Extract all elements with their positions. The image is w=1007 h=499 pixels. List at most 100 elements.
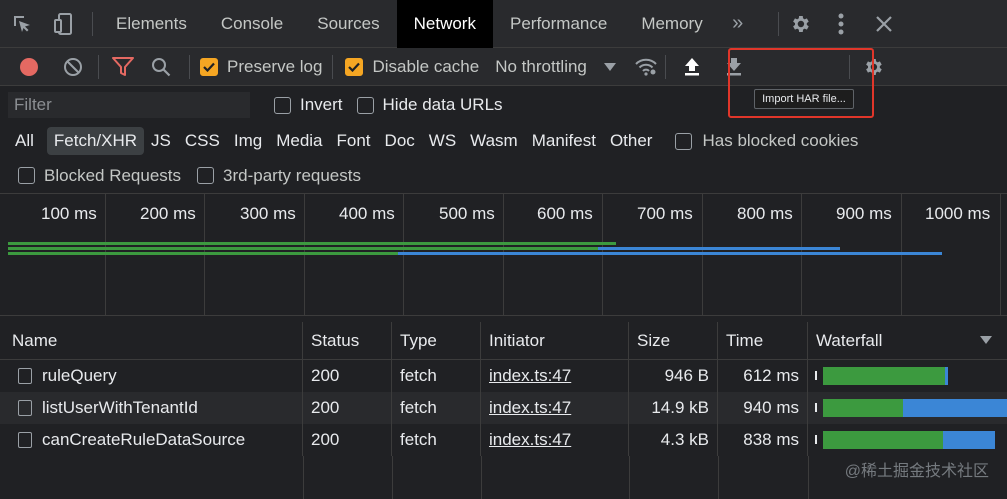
tab-network[interactable]: Network (396, 0, 493, 48)
table-column-divider (629, 456, 630, 499)
search-icon[interactable] (139, 48, 183, 86)
column-header-waterfall[interactable]: Waterfall (808, 322, 1007, 359)
tab-elements[interactable]: Elements (99, 0, 204, 48)
column-header-type[interactable]: Type (392, 322, 481, 359)
resource-type-filters: All Fetch/XHR JS CSS Img Media Font Doc … (0, 124, 1007, 158)
tab-memory[interactable]: Memory (624, 0, 719, 48)
overview-tick-label: 1000 ms (925, 204, 991, 223)
request-initiator-link[interactable]: index.ts:47 (481, 392, 629, 424)
request-name: ruleQuery (42, 366, 117, 385)
throttling-select[interactable]: No throttling (495, 57, 587, 77)
table-column-divider (718, 456, 719, 499)
type-filter-doc[interactable]: Doc (378, 127, 422, 155)
invert-checkbox[interactable] (274, 96, 291, 114)
type-filter-manifest[interactable]: Manifest (525, 127, 603, 155)
request-size: 4.3 kB (629, 424, 718, 456)
waterfall-waiting-bar (823, 431, 943, 449)
third-party-requests-label: 3rd-party requests (223, 165, 361, 185)
device-toolbar-icon[interactable] (44, 0, 84, 48)
tab-console[interactable]: Console (204, 0, 300, 48)
request-file-icon (18, 432, 32, 448)
filter-input[interactable] (8, 92, 250, 118)
network-overview-timeline[interactable]: 100 ms 200 ms 300 ms 400 ms 500 ms 600 m… (0, 194, 1007, 316)
request-name: canCreateRuleDataSource (42, 430, 246, 449)
table-row[interactable]: ruleQuery 200 fetch index.ts:47 946 B 61… (0, 360, 1007, 392)
table-column-divider (303, 456, 304, 499)
preserve-log-checkbox[interactable] (200, 57, 218, 76)
close-devtools-icon[interactable] (861, 0, 907, 48)
request-type: fetch (392, 424, 481, 456)
overview-tick-label: 800 ms (737, 204, 793, 223)
invert-label: Invert (300, 95, 343, 114)
tab-performance[interactable]: Performance (493, 0, 624, 48)
hide-data-urls-checkbox[interactable] (356, 96, 374, 114)
request-name-cell[interactable]: canCreateRuleDataSource (4, 424, 303, 456)
column-header-initiator[interactable]: Initiator (481, 322, 629, 359)
overview-gridline (503, 194, 504, 316)
more-tabs-chevron-icon[interactable]: » (720, 0, 756, 48)
type-filter-all[interactable]: All (8, 127, 41, 155)
overview-tick-label: 500 ms (439, 204, 495, 223)
filter-funnel-icon[interactable] (107, 48, 139, 86)
request-name-cell[interactable]: ruleQuery (4, 360, 303, 392)
column-header-size[interactable]: Size (629, 322, 718, 359)
table-header: Name Status Type Initiator Size Time Wat… (0, 322, 1007, 360)
settings-gear-icon[interactable] (779, 0, 821, 48)
throttling-dropdown-arrow-icon[interactable] (587, 48, 633, 86)
overview-tick-label: 300 ms (240, 204, 296, 223)
table-row[interactable]: canCreateRuleDataSource 200 fetch index.… (0, 424, 1007, 456)
type-filter-other[interactable]: Other (603, 127, 660, 155)
has-blocked-cookies-label: Has blocked cookies (702, 131, 859, 150)
request-size: 946 B (629, 360, 718, 392)
request-file-icon (18, 400, 32, 416)
type-filter-media[interactable]: Media (269, 127, 329, 155)
import-har-upload-icon[interactable] (676, 48, 708, 86)
overview-tick-label: 200 ms (140, 204, 196, 223)
network-conditions-wifi-icon[interactable] (633, 48, 659, 86)
request-name-cell[interactable]: listUserWithTenantId (4, 392, 303, 424)
type-filter-css[interactable]: CSS (178, 127, 227, 155)
waterfall-waiting-bar (823, 399, 903, 417)
record-icon[interactable] (0, 48, 58, 86)
request-status: 200 (303, 360, 392, 392)
column-header-name[interactable]: Name (4, 322, 303, 359)
overview-bar-download (398, 252, 942, 255)
type-filter-wasm[interactable]: Wasm (463, 127, 525, 155)
table-row[interactable]: listUserWithTenantId 200 fetch index.ts:… (0, 392, 1007, 424)
type-filter-font[interactable]: Font (330, 127, 378, 155)
more-options-kebab-icon[interactable] (821, 0, 861, 48)
type-filter-img[interactable]: Img (227, 127, 269, 155)
hide-data-urls-label: Hide data URLs (382, 95, 503, 114)
overview-gridline (105, 194, 106, 316)
waterfall-sort-arrow-icon[interactable] (980, 336, 992, 344)
inspect-element-icon[interactable] (0, 0, 44, 48)
request-time: 838 ms (718, 424, 808, 456)
overview-tick-label: 100 ms (41, 204, 97, 223)
table-column-divider (392, 456, 393, 499)
overview-tick-label: 700 ms (637, 204, 693, 223)
watermark: @稀土掘金技术社区 (844, 463, 989, 480)
waterfall-queue-marker (815, 403, 817, 412)
request-status: 200 (303, 392, 392, 424)
column-header-status[interactable]: Status (303, 322, 392, 359)
overview-tick-label: 600 ms (537, 204, 593, 223)
blocked-requests-checkbox[interactable] (18, 167, 35, 184)
waterfall-queue-marker (815, 435, 817, 444)
request-initiator-link[interactable]: index.ts:47 (481, 360, 629, 392)
column-header-time[interactable]: Time (718, 322, 808, 359)
overview-gridline (304, 194, 305, 316)
type-filter-fetch-xhr[interactable]: Fetch/XHR (46, 127, 145, 155)
type-filter-ws[interactable]: WS (422, 127, 463, 155)
table-column-divider (808, 456, 809, 499)
request-file-icon (18, 368, 32, 384)
request-waterfall (808, 424, 1007, 456)
overview-gridline (901, 194, 902, 316)
clear-icon[interactable] (58, 48, 88, 86)
request-initiator-link[interactable]: index.ts:47 (481, 424, 629, 456)
has-blocked-cookies-checkbox[interactable] (675, 132, 693, 150)
tab-sources[interactable]: Sources (300, 0, 396, 48)
request-type: fetch (392, 360, 481, 392)
type-filter-js[interactable]: JS (144, 127, 178, 155)
third-party-requests-checkbox[interactable] (197, 167, 215, 184)
disable-cache-checkbox[interactable] (345, 57, 364, 76)
